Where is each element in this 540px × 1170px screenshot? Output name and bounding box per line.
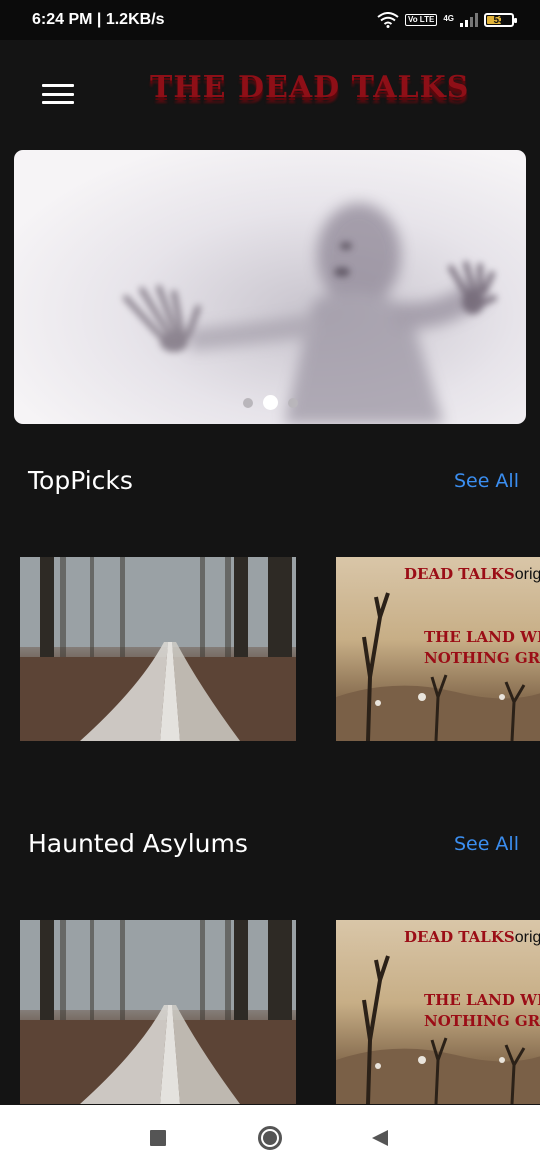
card-headline: THE LAND WHERE NOTHING GROWS [424, 990, 540, 1032]
card-headline-line: NOTHING GROWS [424, 1012, 540, 1030]
status-bar: 6:24 PM | 1.2KB/s Vo LTE 4G 53 [0, 0, 540, 40]
menu-bar [42, 101, 74, 104]
app-header: THE DEAD TALKS [0, 40, 540, 150]
toppicks-row[interactable]: DEAD TALKSoriginal THE LAND WHERE NOTHIN… [0, 557, 540, 741]
card-foggy-forest[interactable] [20, 920, 296, 1104]
network-type: 4G [443, 14, 454, 23]
carousel-dot[interactable] [242, 397, 253, 408]
haunted-asylums-row[interactable]: DEAD TALKSoriginal THE LAND WHERE NOTHIN… [0, 920, 540, 1104]
menu-bar [42, 92, 74, 96]
home-circle-icon[interactable] [258, 1126, 282, 1150]
battery-percent: 53 [493, 14, 505, 26]
carousel-dot-active[interactable] [262, 395, 278, 410]
card-brand-name: DEAD TALKS [404, 928, 515, 946]
card-land-where-nothing-grows[interactable]: DEAD TALKSoriginal THE LAND WHERE NOTHIN… [336, 920, 540, 1104]
section-header-toppicks: TopPicks See All [28, 466, 519, 495]
back-triangle-icon[interactable] [372, 1130, 388, 1146]
card-foggy-forest[interactable] [20, 557, 296, 741]
battery-icon: 53 [484, 13, 517, 27]
status-time: 6:24 PM | 1.2KB/s [32, 11, 165, 28]
recents-square-icon[interactable] [150, 1130, 166, 1146]
see-all-link[interactable]: See All [454, 833, 519, 855]
card-brand-suffix: original [514, 566, 540, 583]
section-title: TopPicks [28, 466, 133, 495]
menu-bar [42, 84, 74, 87]
card-headline-line: NOTHING GROWS [424, 649, 540, 667]
card-headline-line: THE LAND WHERE [424, 628, 540, 646]
card-brand: DEAD TALKSoriginal [404, 928, 540, 947]
hero-image [123, 203, 497, 424]
forest-image [20, 557, 296, 741]
carousel-pagination [14, 395, 526, 410]
card-land-where-nothing-grows[interactable]: DEAD TALKSoriginal THE LAND WHERE NOTHIN… [336, 557, 540, 741]
card-headline-line: THE LAND WHERE [424, 991, 540, 1009]
volte-badge: Vo LTE [404, 14, 438, 26]
forest-image [20, 920, 296, 1104]
app-title: THE DEAD TALKS [150, 70, 470, 105]
card-headline: THE LAND WHERE NOTHING GROWS [424, 627, 540, 669]
system-nav-bar [0, 1105, 540, 1170]
card-brand: DEAD TALKSoriginal [404, 565, 540, 584]
status-icons: Vo LTE 4G 53 [377, 12, 517, 28]
wifi-icon [377, 12, 399, 28]
signal-icon [460, 13, 478, 27]
card-brand-name: DEAD TALKS [404, 565, 515, 583]
section-title: Haunted Asylums [28, 829, 248, 858]
hero-carousel[interactable] [14, 150, 526, 424]
see-all-link[interactable]: See All [454, 470, 519, 492]
carousel-dot[interactable] [287, 397, 298, 408]
card-brand-suffix: original [514, 929, 540, 946]
section-header-haunted-asylums: Haunted Asylums See All [28, 829, 519, 858]
hamburger-menu-icon[interactable] [40, 80, 76, 108]
